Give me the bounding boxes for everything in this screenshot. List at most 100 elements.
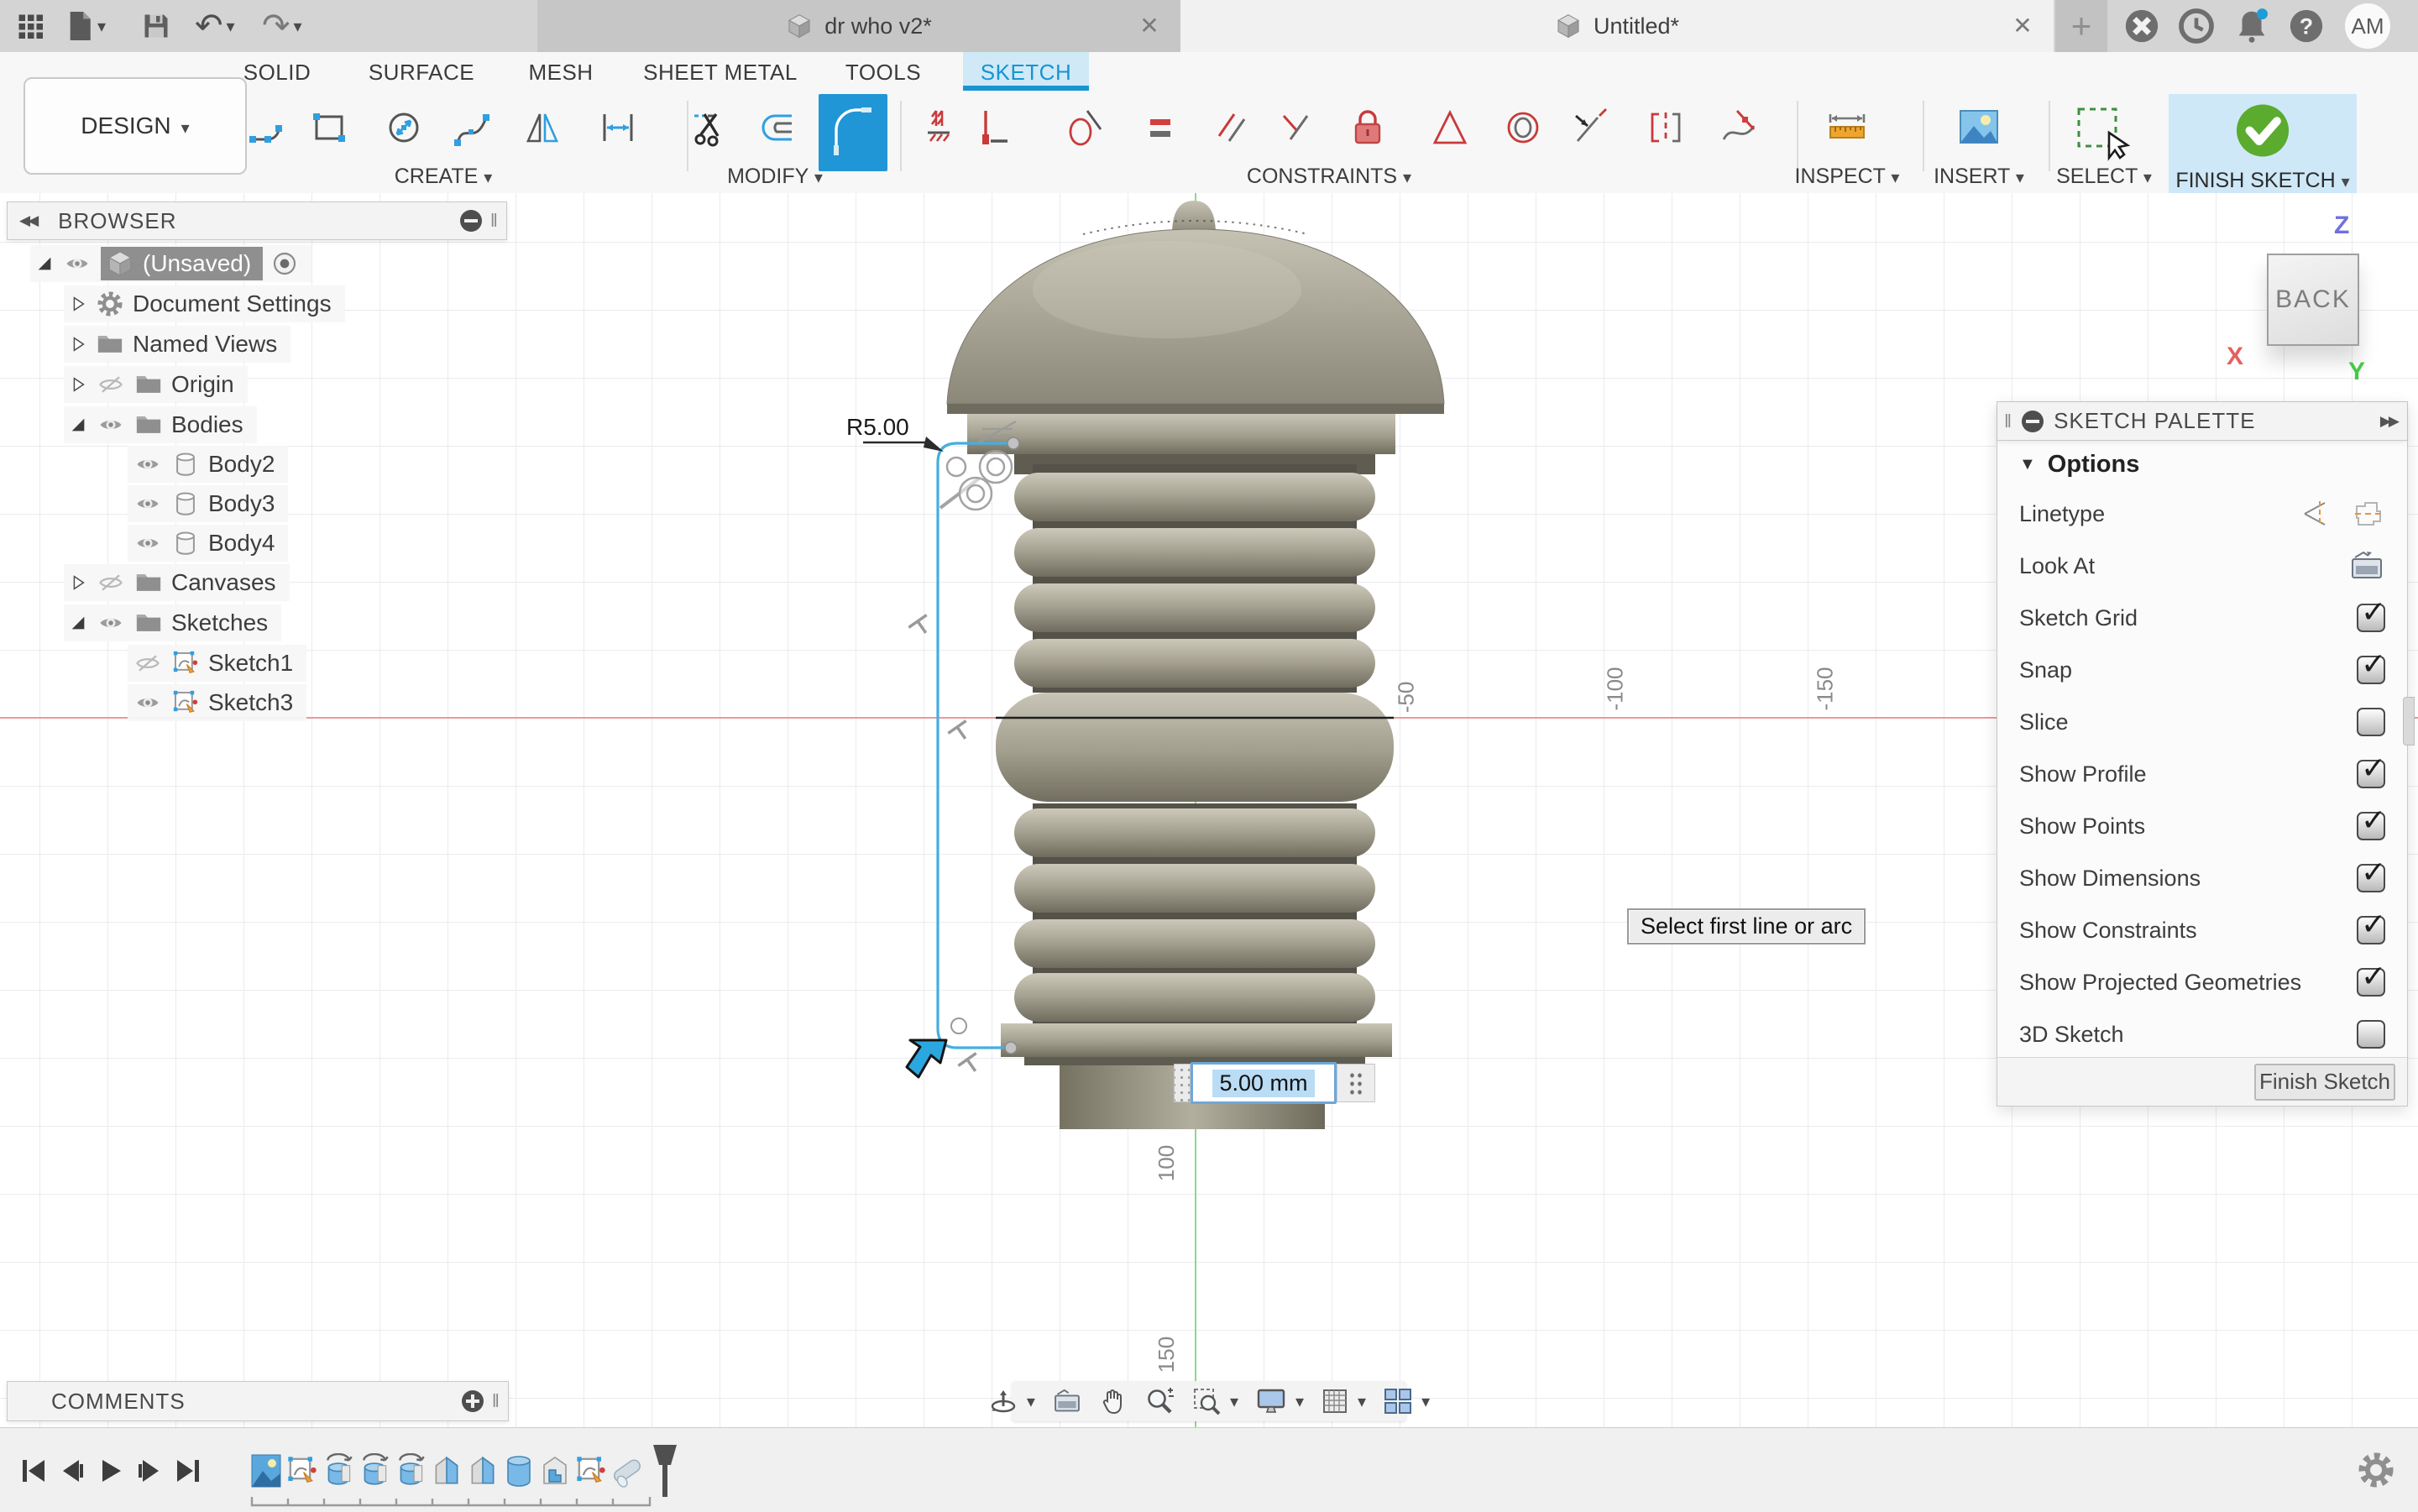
timeline-go-to-end-button[interactable]	[173, 1456, 203, 1486]
new-tab-button[interactable]: +	[2055, 0, 2107, 52]
finish-sketch-palette-button[interactable]: Finish Sketch	[2254, 1064, 2395, 1101]
visibility-eye-icon[interactable]	[133, 491, 163, 516]
grid-settings-tool[interactable]	[1321, 1387, 1366, 1415]
browser-node-canvases[interactable]: Canvases	[64, 564, 290, 601]
show-dimensions-checkbox[interactable]	[2357, 864, 2385, 892]
timeline-revolve-feature[interactable]	[392, 1450, 429, 1492]
help-icon[interactable]: ?	[2287, 7, 2326, 45]
browser-node-sketch1[interactable]: Sketch1	[128, 645, 306, 682]
collapse-panel-icon[interactable]: ◀◀	[19, 212, 36, 229]
browser-node-body3[interactable]: Body3	[128, 485, 288, 522]
show-points-checkbox[interactable]	[2357, 812, 2385, 840]
3d-model-body[interactable]	[915, 196, 1469, 1132]
constraint-concentric-icon[interactable]	[1499, 104, 1547, 151]
activate-radio-icon[interactable]	[271, 250, 298, 277]
browser-node-bodies[interactable]: Bodies	[64, 406, 257, 443]
expand-panel-icon[interactable]: ▶▶	[2380, 413, 2397, 430]
collapsed-arrow-icon[interactable]	[69, 375, 87, 394]
timeline-step-forward-button[interactable]	[134, 1456, 165, 1486]
panel-drag-grip[interactable]: ‖	[2004, 411, 2012, 432]
timeline-extrude-feature[interactable]	[464, 1450, 501, 1492]
visibility-off-eye-icon[interactable]	[96, 372, 126, 397]
panel-drag-grip[interactable]: ‖	[490, 210, 498, 232]
radius-dimension-label[interactable]: R5.00	[846, 414, 909, 441]
job-status-clock-icon[interactable]	[2177, 7, 2216, 45]
visibility-eye-icon[interactable]	[96, 412, 126, 437]
constraint-midpoint-icon[interactable]	[1568, 104, 1615, 151]
notifications-bell-icon[interactable]	[2232, 7, 2271, 45]
panel-resize-handle[interactable]	[2403, 697, 2415, 746]
timeline-sketch-feature[interactable]	[573, 1450, 610, 1492]
visibility-eye-icon[interactable]	[133, 452, 163, 477]
timeline-sketch-feature[interactable]	[284, 1450, 321, 1492]
modify-fillet-tool-active[interactable]	[819, 94, 887, 171]
panel-drag-grip[interactable]: ‖	[492, 1390, 500, 1412]
create-circle-icon[interactable]	[380, 104, 427, 151]
sketch-grid-checkbox[interactable]	[2357, 604, 2385, 632]
timeline-cylinder-feature[interactable]	[500, 1450, 537, 1492]
constraint-lock-icon[interactable]	[1344, 104, 1391, 151]
document-tab-1[interactable]: dr who v2* ✕	[537, 0, 1181, 52]
undo-caret[interactable]	[227, 16, 235, 36]
constraints-group-label[interactable]: CONSTRAINTS	[1237, 165, 1421, 189]
ribbon-tab-tools[interactable]: TOOLS	[816, 52, 950, 91]
constraint-equal-icon[interactable]	[1138, 104, 1185, 151]
timeline-settings-gear-icon[interactable]	[2356, 1450, 2396, 1494]
expanded-arrow-icon[interactable]	[69, 614, 87, 632]
modify-trim-icon[interactable]	[686, 104, 733, 151]
visibility-off-eye-icon[interactable]	[96, 570, 126, 595]
pan-tool[interactable]	[1099, 1387, 1128, 1415]
visibility-eye-icon[interactable]	[96, 610, 126, 636]
redo-icon[interactable]: ↷	[262, 7, 302, 45]
timeline-combine-feature[interactable]	[536, 1450, 573, 1492]
timeline-fillet-feature[interactable]	[609, 1450, 646, 1492]
snap-checkbox[interactable]	[2357, 656, 2385, 684]
input-options-menu[interactable]	[1337, 1064, 1375, 1102]
linetype-construction-icon[interactable]	[2350, 496, 2385, 531]
constraint-collinear-icon[interactable]	[1272, 104, 1319, 151]
visibility-off-eye-icon[interactable]	[133, 651, 163, 676]
root-node-selected[interactable]: (Unsaved)	[101, 247, 263, 280]
insert-image-icon[interactable]	[1955, 104, 2002, 151]
extensions-icon[interactable]	[2122, 7, 2161, 45]
app-grid-menu-icon[interactable]	[15, 7, 45, 45]
panel-display-icon[interactable]	[2022, 411, 2044, 432]
zoom-window-tool[interactable]	[1191, 1386, 1238, 1416]
input-drag-grip[interactable]	[1174, 1064, 1191, 1102]
collapsed-arrow-icon[interactable]	[69, 335, 87, 353]
browser-node-body2[interactable]: Body2	[128, 446, 288, 483]
3d-sketch-checkbox[interactable]	[2357, 1020, 2385, 1049]
look-at-tool[interactable]	[1052, 1387, 1082, 1415]
browser-node-document-settings[interactable]: Document Settings	[64, 285, 345, 322]
inspect-measure-icon[interactable]	[1824, 104, 1871, 151]
viewport-canvas[interactable]: -50 -100 -150 100 150	[0, 193, 2418, 1511]
ribbon-tab-mesh[interactable]: MESH	[494, 52, 628, 91]
document-tab-2-active[interactable]: Untitled* ✕	[1180, 0, 2054, 52]
modify-offset-icon[interactable]	[753, 104, 800, 151]
create-line-icon[interactable]	[244, 104, 291, 151]
browser-node-sketches[interactable]: Sketches	[64, 604, 281, 641]
dimension-value-input[interactable]: 5.00 mm	[1191, 1062, 1337, 1104]
redo-caret[interactable]	[294, 16, 302, 36]
finish-sketch-button[interactable]: FINISH SKETCH	[2169, 94, 2357, 193]
timeline-canvas-feature[interactable]	[248, 1450, 285, 1492]
timeline-extrude-feature[interactable]	[428, 1450, 465, 1492]
browser-node-root[interactable]: (Unsaved)	[30, 245, 311, 282]
expanded-arrow-icon[interactable]	[35, 254, 54, 273]
collapsed-arrow-icon[interactable]	[69, 573, 87, 592]
constraint-tangent-icon[interactable]	[1060, 104, 1107, 151]
timeline-revolve-feature[interactable]	[356, 1450, 393, 1492]
constraint-polygon-icon[interactable]	[1426, 104, 1473, 151]
options-section-header[interactable]: ▼ Options	[1997, 441, 2407, 488]
zoom-tool[interactable]	[1144, 1386, 1175, 1416]
timeline-step-back-button[interactable]	[57, 1456, 87, 1486]
show-profile-checkbox[interactable]	[2357, 760, 2385, 788]
timeline-revolve-feature[interactable]	[320, 1450, 357, 1492]
visibility-eye-icon[interactable]	[133, 531, 163, 556]
ribbon-tab-sheet-metal[interactable]: SHEET METAL	[628, 52, 813, 91]
section-collapse-triangle-icon[interactable]: ▼	[2019, 455, 2036, 474]
viewcube-face-label[interactable]: BACK	[2275, 285, 2351, 314]
browser-node-sketch3[interactable]: Sketch3	[128, 684, 306, 721]
slice-checkbox[interactable]	[2357, 708, 2385, 736]
undo-icon[interactable]: ↶	[195, 7, 235, 45]
